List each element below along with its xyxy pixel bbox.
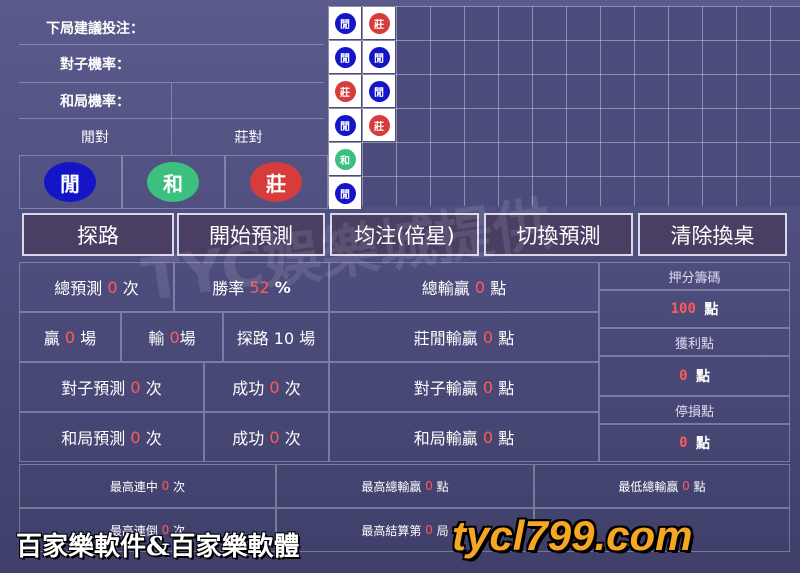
bead-tie: 和	[329, 143, 361, 175]
bead-tie-marker: 和	[334, 148, 356, 170]
bead-player-marker: 閒	[334, 46, 356, 68]
stop-loss-value[interactable]: 0 點	[599, 424, 790, 462]
player-button[interactable]: 閒	[44, 162, 96, 202]
bead-banker: 莊	[363, 109, 395, 141]
bead-banker-marker: 莊	[368, 12, 390, 34]
bead-player: 閒	[363, 75, 395, 107]
bead-player-marker: 閒	[368, 80, 390, 102]
bead-player: 閒	[329, 109, 361, 141]
max-win-streak-stat: 最高連中 0 次	[19, 464, 276, 508]
chips-title: 押分籌碼	[599, 262, 790, 290]
stop-loss-title: 停損點	[599, 396, 790, 424]
max-total-win-stat: 最高總輸贏 0 點	[276, 464, 534, 508]
profit-title: 獲利點	[599, 328, 790, 356]
bead-player: 閒	[329, 41, 361, 73]
banker-player-winloss-stat: 莊閒輸贏 0 點	[329, 312, 599, 362]
chips-value[interactable]: 100 點	[599, 290, 790, 328]
bead-player-marker: 閒	[368, 46, 390, 68]
lose-count-stat: 輸 0場	[121, 312, 223, 362]
player-pair-label: 閒對	[81, 130, 109, 146]
bead-player: 閒	[363, 41, 395, 73]
explore-games-stat: 探路 10 場	[223, 312, 329, 362]
profit-value[interactable]: 0 點	[599, 356, 790, 396]
tie-predict-stat: 和局預測 0 次	[19, 412, 204, 462]
bead-road-grid	[328, 6, 800, 206]
right-watermark: tycl799.com	[452, 512, 693, 559]
tie-winloss-stat: 和局輸贏 0 點	[329, 412, 599, 462]
tie-button[interactable]: 和	[147, 162, 199, 202]
bead-banker: 莊	[329, 75, 361, 107]
bead-player-marker: 閒	[334, 182, 356, 204]
pair-success-stat: 成功 0 次	[204, 362, 329, 412]
win-count-stat: 贏 0 場	[19, 312, 121, 362]
tie-rate-label: 和局機率：	[60, 94, 130, 110]
banker-pair-label: 莊對	[234, 130, 263, 146]
banker-button[interactable]: 莊	[250, 162, 302, 202]
bead-player-marker: 閒	[334, 12, 356, 34]
min-total-win-stat: 最低總輸贏 0 點	[534, 464, 790, 508]
bead-player-marker: 閒	[334, 114, 356, 136]
tie-success-stat: 成功 0 次	[204, 412, 329, 462]
bead-banker: 莊	[363, 7, 395, 39]
bead-banker-marker: 莊	[368, 114, 390, 136]
clear-table-button[interactable]: 清除換桌	[638, 213, 787, 256]
divider	[19, 44, 324, 45]
pair-winloss-stat: 對子輸贏 0 點	[329, 362, 599, 412]
bead-banker-marker: 莊	[334, 80, 356, 102]
left-watermark: 百家樂軟件&百家樂軟體	[16, 532, 300, 562]
pair-predict-stat: 對子預測 0 次	[19, 362, 204, 412]
bead-player: 閒	[329, 7, 361, 39]
pair-rate-label: 對子機率：	[60, 57, 130, 73]
next-bet-label: 下局建議投注：	[46, 21, 144, 37]
